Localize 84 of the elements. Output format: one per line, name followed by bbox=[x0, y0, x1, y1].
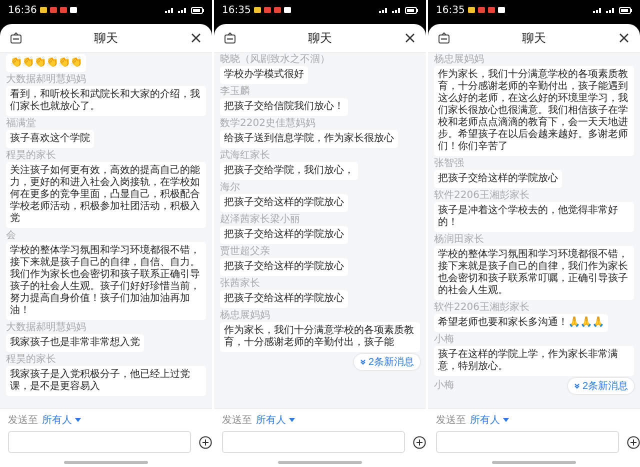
message-bubble: 作为家长，我们十分满意学校的各项素质教育，十分感谢老师的辛勤付出，孩子能 bbox=[220, 322, 420, 352]
signal-icon bbox=[379, 7, 389, 13]
sender-name: 会 bbox=[6, 230, 16, 241]
battery-icon bbox=[191, 6, 204, 14]
message-input[interactable] bbox=[8, 431, 191, 453]
new-messages-button[interactable]: 2条新消息 bbox=[354, 354, 420, 370]
message-bubble: 孩子喜欢这个学院 bbox=[6, 130, 94, 148]
signal-icon bbox=[593, 7, 603, 13]
message-bubble: 我家孩子也是非常非常想入党 bbox=[6, 334, 144, 352]
message-input[interactable] bbox=[222, 431, 405, 453]
sender-name: 程昊的家长 bbox=[6, 354, 56, 365]
add-button[interactable] bbox=[627, 436, 640, 448]
sender-name: 数学2202史佳慧妈妈 bbox=[220, 118, 316, 129]
add-button[interactable] bbox=[413, 436, 426, 448]
sender-name: 张茜家长 bbox=[220, 278, 260, 289]
message-bubble: 把孩子交给信院我们放心！ bbox=[220, 98, 348, 116]
message-bubble: 👏👏👏👏👏👏 bbox=[6, 54, 86, 72]
message-bubble: 把孩子交给这样的学院放心 bbox=[220, 290, 348, 308]
sender-name: 大数据郝明慧妈妈 bbox=[6, 74, 86, 85]
close-button[interactable] bbox=[190, 32, 202, 44]
sender-name: 程昊的家长 bbox=[6, 150, 56, 161]
sender-name: 大数据郝明慧妈妈 bbox=[6, 322, 86, 333]
status-time: 16:36 bbox=[8, 4, 37, 16]
message-bubble: 把孩子交给这样的学院放心 bbox=[220, 226, 348, 244]
caret-icon bbox=[75, 418, 81, 422]
caret-icon bbox=[289, 418, 295, 422]
sender-name: 软件2206王湘彭家长 bbox=[434, 190, 530, 201]
message-bubble: 我家孩子是入党积极分子，他已经上过党课，是不是更容易入 bbox=[6, 366, 206, 396]
send-to-label: 发送至 bbox=[436, 414, 466, 427]
close-button[interactable] bbox=[404, 32, 416, 44]
recipient-dropdown[interactable]: 所有人 bbox=[42, 413, 81, 427]
message-bubble: 学校办学模式很好 bbox=[220, 66, 308, 84]
sender-name: 小梅 bbox=[434, 334, 454, 345]
close-button[interactable] bbox=[618, 32, 630, 44]
message-bubble: 关注孩子如何更有效，高效的提高自己的能力，更好的和进入社会入岗接轨，在学校如何在更多的竞争里面，凸显自己，积极配合学校老师活动，积极参加社团活动，积极入党 bbox=[6, 162, 206, 228]
recipient-dropdown[interactable]: 所有人 bbox=[470, 413, 509, 427]
notice-icon[interactable] bbox=[10, 32, 22, 44]
double-chevron-icon bbox=[574, 383, 580, 389]
message-bubble: 把孩子交给这样的学院放心 bbox=[220, 258, 348, 276]
message-input[interactable] bbox=[436, 431, 619, 453]
message-bubble: 给孩子送到信息学院，作为家长很放心 bbox=[220, 130, 398, 148]
sender-name: 杨忠展妈妈 bbox=[434, 54, 484, 65]
new-messages-button[interactable]: 2条新消息 bbox=[568, 378, 634, 394]
signal-icon bbox=[165, 7, 175, 13]
status-time: 16:35 bbox=[222, 4, 251, 16]
sender-name: 杨润田家长 bbox=[434, 234, 484, 245]
send-to-label: 发送至 bbox=[8, 414, 38, 427]
message-bubble: 把孩子交给学院，我们放心， bbox=[220, 162, 358, 180]
caret-icon bbox=[503, 418, 509, 422]
chat-title: 聊天 bbox=[522, 30, 546, 46]
add-button[interactable] bbox=[199, 436, 212, 448]
battery-icon bbox=[405, 6, 418, 14]
message-bubble: 把孩子交给这样的学院放心 bbox=[434, 170, 562, 188]
message-bubble: 作为家长，我们十分满意学校的各项素质教育，十分感谢老师的辛勤付出，孩子能遇到这么好的老师，在这么好的环境里学习，我们家长很放心也很满意。我们相信孩子在学校和老师点点滴滴的教育下，会一天天地进步。希望孩子在以后会越来越好。多谢老师们！你们辛苦了 bbox=[434, 66, 634, 156]
sender-name: 杨忠展妈妈 bbox=[220, 310, 270, 321]
message-bubble: 希望老师也要和家长多沟通！🙏🙏🙏 bbox=[434, 314, 608, 332]
signal-icon bbox=[392, 7, 402, 13]
chat-title: 聊天 bbox=[94, 30, 118, 46]
battery-icon bbox=[619, 6, 632, 14]
message-bubble: 把孩子交给这样的学院放心 bbox=[220, 194, 348, 212]
double-chevron-icon bbox=[360, 359, 366, 365]
chat-title: 聊天 bbox=[308, 30, 332, 46]
notice-icon[interactable] bbox=[224, 32, 236, 44]
message-bubble: 学校的整体学习氛围和学习环境都很不错，接下来就是孩子自己的自律，自信、自力。我们作为家长也会密切和孩子联系正确引导孩子的社会人生观。孩子们好好珍惜当前，努力提高自身价值！孩子们加油加油再加油！ bbox=[6, 242, 206, 320]
sender-name: 海尔 bbox=[220, 182, 240, 193]
sender-name: 软件2206王湘彭家长 bbox=[434, 302, 530, 313]
sender-name: 张智强 bbox=[434, 158, 464, 169]
sender-name: 福满堂 bbox=[6, 118, 36, 129]
message-bubble: 孩子是冲着这个学校去的，他觉得非常好的！ bbox=[434, 202, 634, 232]
send-to-label: 发送至 bbox=[222, 414, 252, 427]
message-bubble: 看到，和听校长和武院长和大家的介绍，我们家长也就放心了。 bbox=[6, 86, 206, 116]
signal-icon bbox=[178, 7, 188, 13]
recipient-dropdown[interactable]: 所有人 bbox=[256, 413, 295, 427]
sender-name: 赵泽茜家长梁小丽 bbox=[220, 214, 300, 225]
sender-name: 贾世超父亲 bbox=[220, 246, 270, 257]
message-bubble: 学校的整体学习氛围和学习环境都很不错，接下来就是孩子自己的自律，我们作为家长也会密切和孩子联系常叮嘱，正确引导孩子的社会人生观。 bbox=[434, 246, 634, 300]
status-time: 16:35 bbox=[436, 4, 465, 16]
signal-icon bbox=[606, 7, 616, 13]
sender-name: 晓晓（风剧致水之不涸） bbox=[220, 54, 330, 65]
sender-name: 小梅 bbox=[434, 380, 454, 392]
message-bubble: 孩子在这样的学院上学，作为家长非常满意，特别放心。 bbox=[434, 346, 634, 376]
sender-name: 李玉麟 bbox=[220, 86, 250, 97]
notice-icon[interactable] bbox=[438, 32, 450, 44]
sender-name: 武海红家长 bbox=[220, 150, 270, 161]
